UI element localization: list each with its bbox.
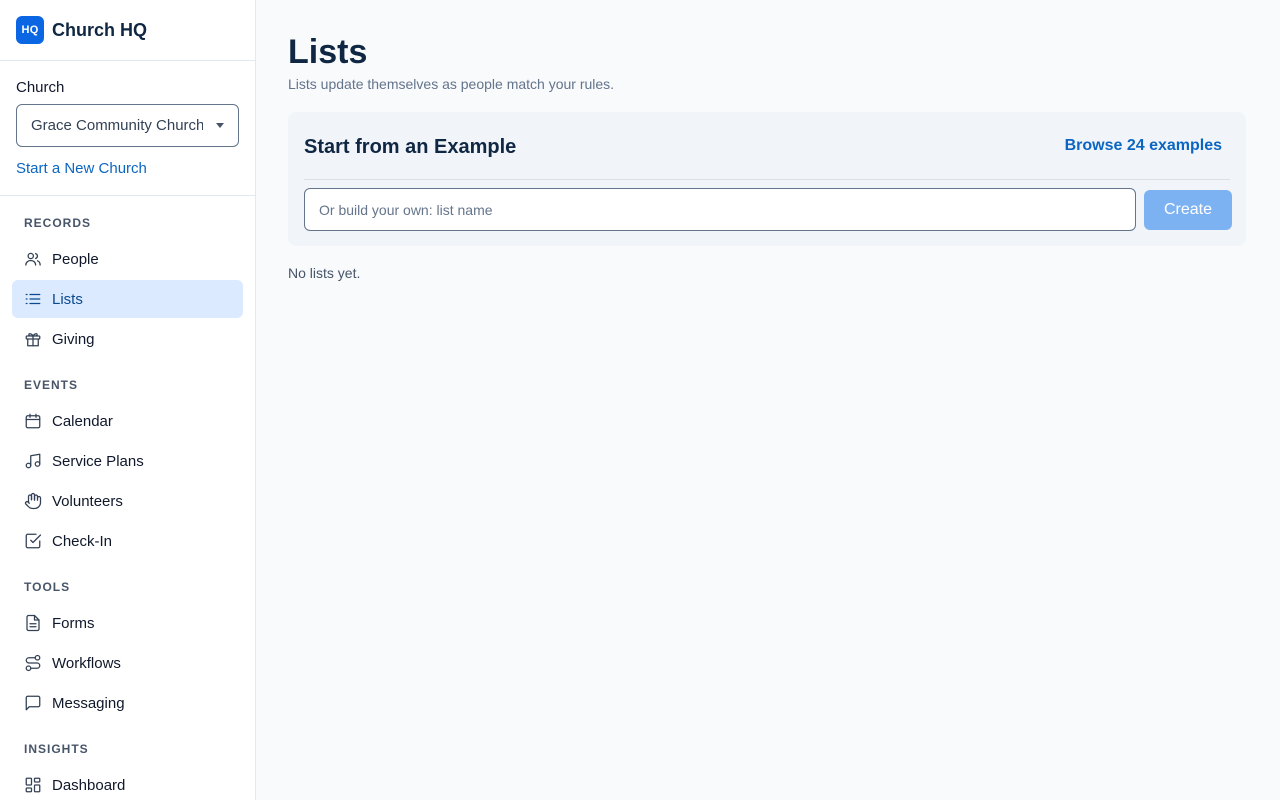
hand-icon <box>24 492 42 510</box>
dashboard-icon <box>25 777 41 793</box>
sidebar-item-service-plans[interactable]: Service Plans <box>12 442 243 480</box>
list-name-input[interactable] <box>304 188 1136 231</box>
sidebar-item-label: Calendar <box>52 412 113 430</box>
sidebar-item-label: Service Plans <box>52 452 144 470</box>
sidebar-item-forms[interactable]: Forms <box>12 604 243 642</box>
message-icon <box>25 695 41 711</box>
examples-title: Start from an Example <box>304 136 517 158</box>
nav-section-events: EVENTS <box>24 378 79 392</box>
sidebar-item-label: People <box>52 250 99 268</box>
church-select[interactable]: Grace Community Church <box>16 104 239 147</box>
start-new-church-link[interactable]: Start a New Church <box>16 160 147 177</box>
browse-examples-link[interactable]: Browse 24 examples <box>1065 137 1222 155</box>
sidebar-item-volunteers[interactable]: Volunteers <box>12 482 243 520</box>
sidebar-item-label: Lists <box>52 290 83 308</box>
sidebar-item-calendar[interactable]: Calendar <box>12 402 243 440</box>
sidebar-item-giving[interactable]: Giving <box>12 320 243 358</box>
page-title: Lists <box>288 33 368 71</box>
page-subtitle: Lists update themselves as people match … <box>288 76 615 92</box>
sidebar-item-messaging[interactable]: Messaging <box>12 684 243 722</box>
route-icon <box>25 654 41 672</box>
brand[interactable]: HQ Church HQ <box>0 0 255 61</box>
examples-card: Start from an Example Browse 24 examples… <box>288 112 1246 246</box>
sidebar-item-workflows[interactable]: Workflows <box>12 644 243 682</box>
brand-name: Church HQ <box>52 19 148 40</box>
list-icon <box>25 293 41 305</box>
church-label: Church <box>16 79 65 96</box>
calendar-icon <box>25 413 41 429</box>
brand-logo: HQ <box>16 16 44 44</box>
chevron-down-icon <box>216 123 224 128</box>
sidebar-item-label: Messaging <box>52 694 125 712</box>
sidebar-nav: RECORDS People Lists Giving EVENTS Calen… <box>0 196 255 800</box>
nav-section-insights: INSIGHTS <box>24 742 89 756</box>
sidebar-item-label: Workflows <box>52 654 121 672</box>
sidebar-item-lists[interactable]: Lists <box>12 280 243 318</box>
check-square-icon <box>25 533 42 549</box>
sidebar: HQ Church HQ Church Grace Community Chur… <box>0 0 256 800</box>
nav-section-records: RECORDS <box>24 216 92 230</box>
users-icon <box>25 252 41 266</box>
sidebar-item-label: Forms <box>52 614 95 632</box>
file-icon <box>26 614 40 632</box>
music-icon <box>25 453 41 469</box>
sidebar-item-people[interactable]: People <box>12 240 243 278</box>
empty-state-text: No lists yet. <box>288 265 361 281</box>
create-button[interactable]: Create <box>1144 190 1232 230</box>
sidebar-item-label: Volunteers <box>52 492 123 510</box>
church-selector-section: Church Grace Community Church Start a Ne… <box>0 61 255 196</box>
church-select-value: Grace Community Church <box>31 117 203 134</box>
nav-section-tools: TOOLS <box>24 580 71 594</box>
main-content: Lists Lists update themselves as people … <box>256 0 1280 800</box>
sidebar-item-dashboard[interactable]: Dashboard <box>12 766 243 800</box>
divider <box>304 179 1230 180</box>
sidebar-item-label: Giving <box>52 330 95 348</box>
gift-icon <box>25 333 41 347</box>
sidebar-item-label: Dashboard <box>52 776 126 794</box>
sidebar-item-check-in[interactable]: Check-In <box>12 522 243 560</box>
sidebar-item-label: Check-In <box>52 532 113 550</box>
